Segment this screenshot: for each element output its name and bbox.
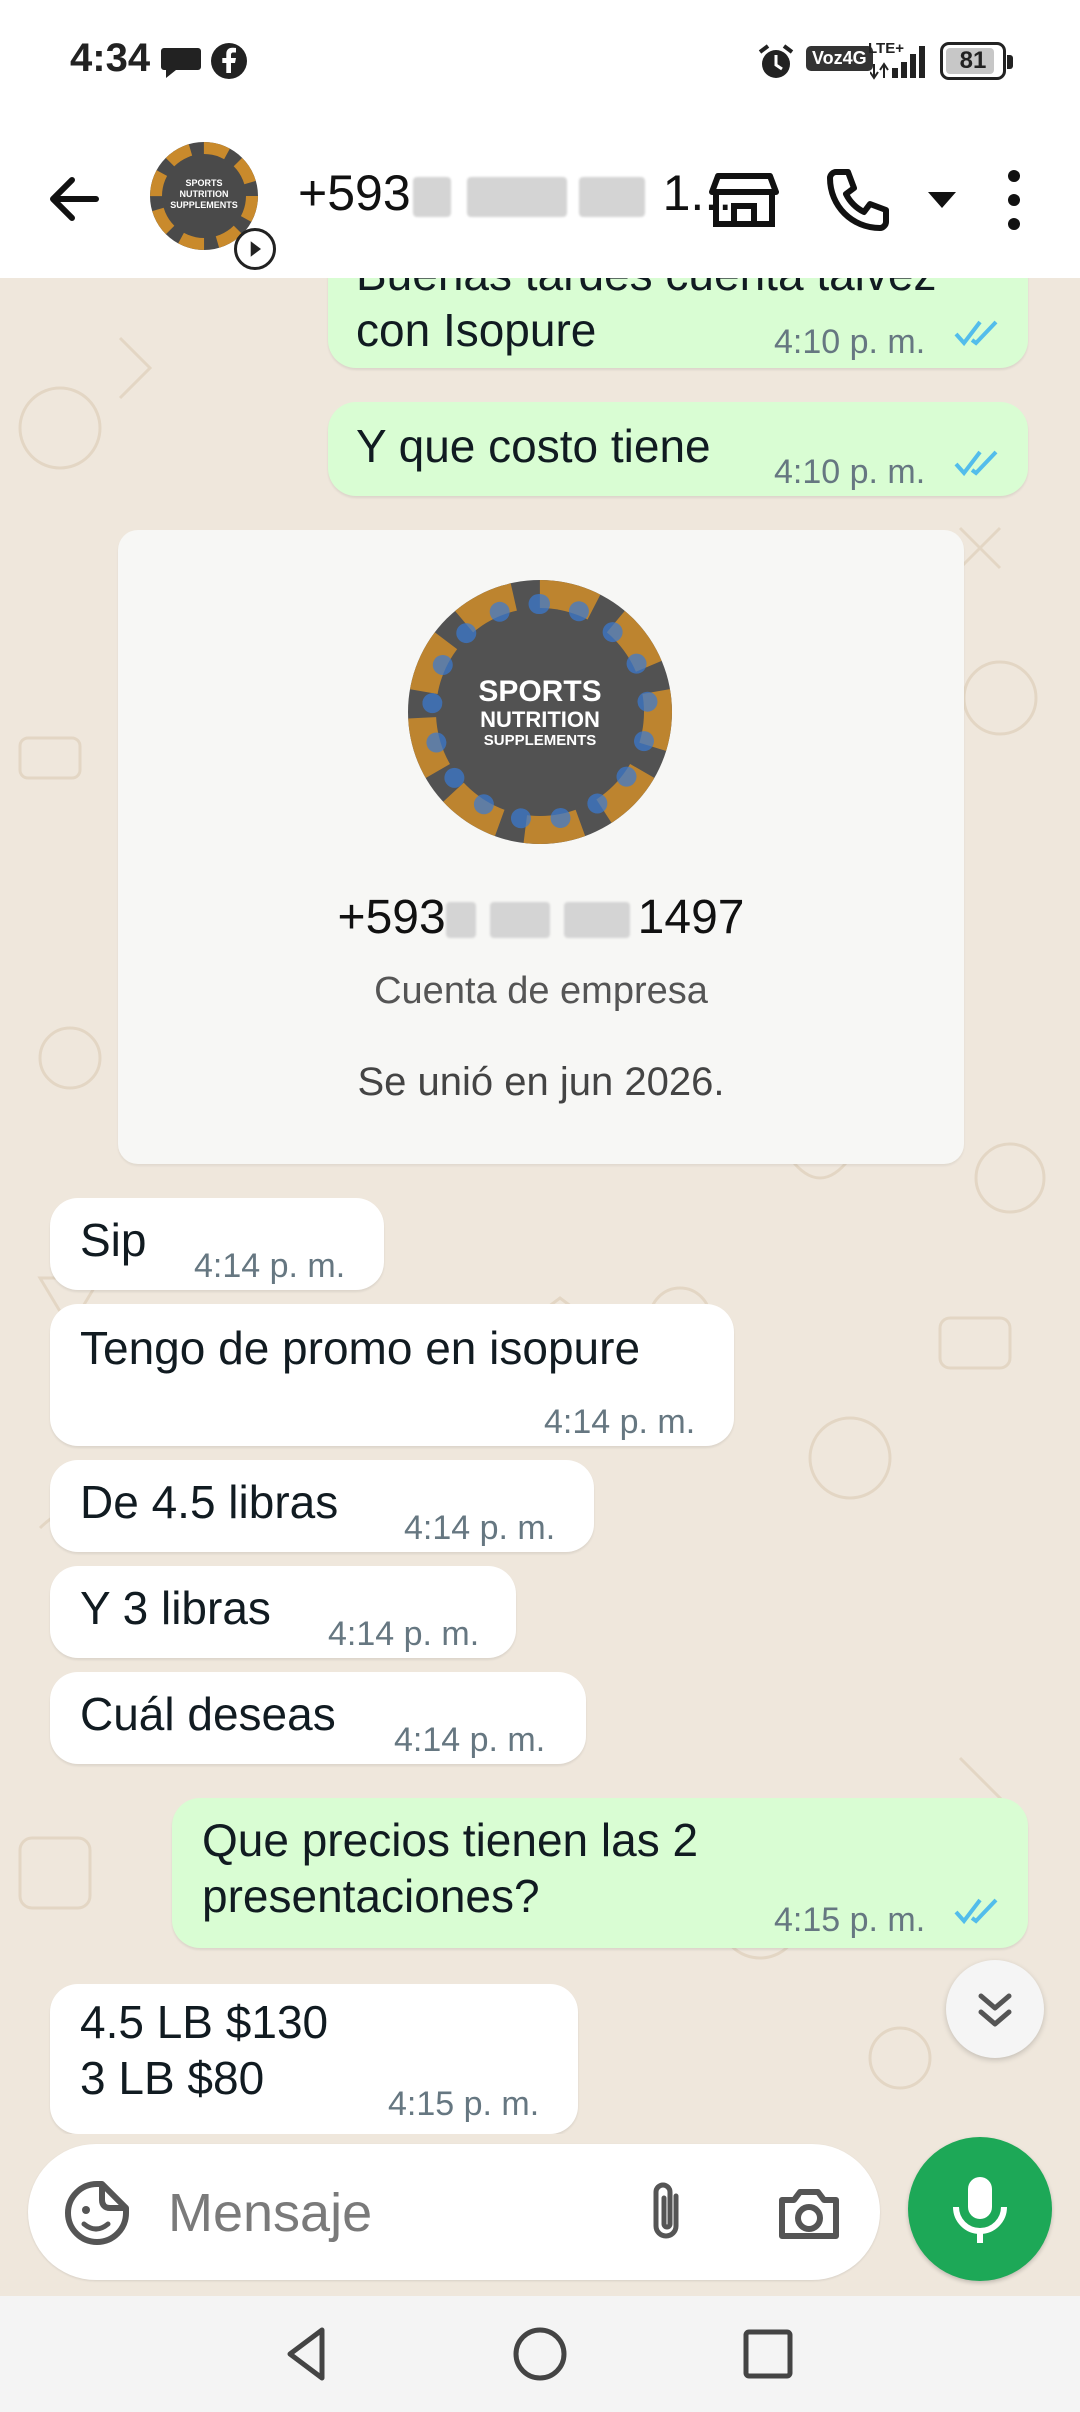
alarm-icon bbox=[758, 44, 794, 78]
message-bubble-incoming[interactable]: 4.5 LB $130 3 LB $80 4:15 p. m. bbox=[50, 1984, 578, 2134]
business-logo: SPORTS NUTRITION SUPPLEMENTS bbox=[478, 675, 602, 750]
message-bubble-incoming[interactable]: Tengo de promo en isopure 4:14 p. m. bbox=[50, 1304, 734, 1446]
message-time: 4:10 p. m. bbox=[774, 453, 926, 491]
avatar-logo: SPORTS NUTRITION SUPPLEMENTS bbox=[170, 178, 238, 210]
message-bubble-incoming[interactable]: Sip 4:14 p. m. bbox=[50, 1198, 384, 1290]
contact-title[interactable]: +593 1... bbox=[298, 164, 732, 222]
facebook-icon bbox=[211, 43, 247, 79]
phone-icon[interactable] bbox=[820, 162, 896, 238]
system-nav-bar bbox=[0, 2296, 1080, 2412]
business-phone: +593 1497 bbox=[337, 891, 745, 944]
joined-date: Se unió en jun 2026. bbox=[357, 1060, 725, 1104]
attach-icon[interactable] bbox=[632, 2178, 702, 2248]
message-bubble-outgoing[interactable]: Buenas tardes cuenta talvez con Isopure … bbox=[328, 278, 1028, 368]
contact-avatar[interactable]: SPORTS NUTRITION SUPPLEMENTS bbox=[150, 142, 276, 270]
compose-bar: Mensaje bbox=[0, 2134, 1080, 2296]
signal-icon bbox=[870, 46, 925, 80]
scroll-down-icon bbox=[978, 1993, 1012, 2027]
message-time: 4:10 p. m. bbox=[774, 323, 926, 361]
message-time: 4:14 p. m. bbox=[194, 1247, 346, 1285]
nav-back-icon[interactable] bbox=[276, 2322, 340, 2386]
status-icon bbox=[234, 228, 276, 270]
chat-notification-icon bbox=[161, 48, 201, 78]
mic-icon bbox=[953, 2177, 1007, 2243]
message-bubble-outgoing[interactable]: Y que costo tiene 4:10 p. m. bbox=[328, 402, 1028, 496]
message-bubble-incoming[interactable]: De 4.5 libras 4:14 p. m. bbox=[50, 1460, 594, 1552]
chat-area[interactable]: Buenas tardes cuenta talvez con Isopure … bbox=[0, 278, 1080, 2134]
battery-icon: 81 bbox=[940, 42, 1013, 80]
message-bubble-incoming[interactable]: Y 3 libras 4:14 p. m. bbox=[50, 1566, 516, 1658]
status-time: 4:34 bbox=[70, 36, 151, 80]
account-type: Cuenta de empresa bbox=[374, 970, 708, 1012]
more-icon[interactable] bbox=[976, 162, 1052, 238]
message-bubble-incoming[interactable]: Cuál deseas 4:14 p. m. bbox=[50, 1672, 586, 1764]
nav-recents-icon[interactable] bbox=[736, 2322, 800, 2386]
message-time: 4:15 p. m. bbox=[774, 1901, 926, 1939]
message-time: 4:14 p. m. bbox=[394, 1721, 546, 1759]
message-time: 4:15 p. m. bbox=[388, 2085, 540, 2123]
battery-level: 81 bbox=[959, 47, 987, 74]
voz4g-badge: Voz4G bbox=[806, 46, 873, 71]
read-ticks-icon bbox=[954, 450, 998, 477]
nav-home-icon[interactable] bbox=[508, 2322, 572, 2386]
message-placeholder: Mensaje bbox=[168, 2183, 373, 2243]
back-arrow-icon[interactable] bbox=[40, 164, 110, 234]
message-time: 4:14 p. m. bbox=[328, 1615, 480, 1653]
business-info-card[interactable]: SPORTS NUTRITION SUPPLEMENTS +593 1497 Cu… bbox=[118, 530, 964, 1164]
sticker-icon[interactable] bbox=[62, 2178, 132, 2248]
business-avatar: SPORTS NUTRITION SUPPLEMENTS bbox=[408, 580, 672, 844]
read-ticks-icon bbox=[954, 320, 998, 347]
store-icon[interactable] bbox=[706, 162, 782, 238]
message-input[interactable]: Mensaje bbox=[28, 2144, 880, 2280]
voice-message-button[interactable] bbox=[908, 2137, 1052, 2281]
scroll-to-bottom-button[interactable] bbox=[946, 1960, 1044, 2058]
message-time: 4:14 p. m. bbox=[544, 1403, 696, 1441]
camera-icon[interactable] bbox=[774, 2178, 844, 2248]
chat-header: SPORTS NUTRITION SUPPLEMENTS +593 1... bbox=[0, 124, 1080, 278]
read-ticks-icon bbox=[954, 1898, 998, 1925]
status-bar: 4:34 Voz4G LTE+ 81 bbox=[0, 0, 1080, 124]
message-bubble-outgoing[interactable]: Que precios tienen las 2 presentaciones?… bbox=[172, 1798, 1028, 1948]
message-time: 4:14 p. m. bbox=[404, 1509, 556, 1547]
dropdown-icon[interactable] bbox=[904, 162, 980, 238]
